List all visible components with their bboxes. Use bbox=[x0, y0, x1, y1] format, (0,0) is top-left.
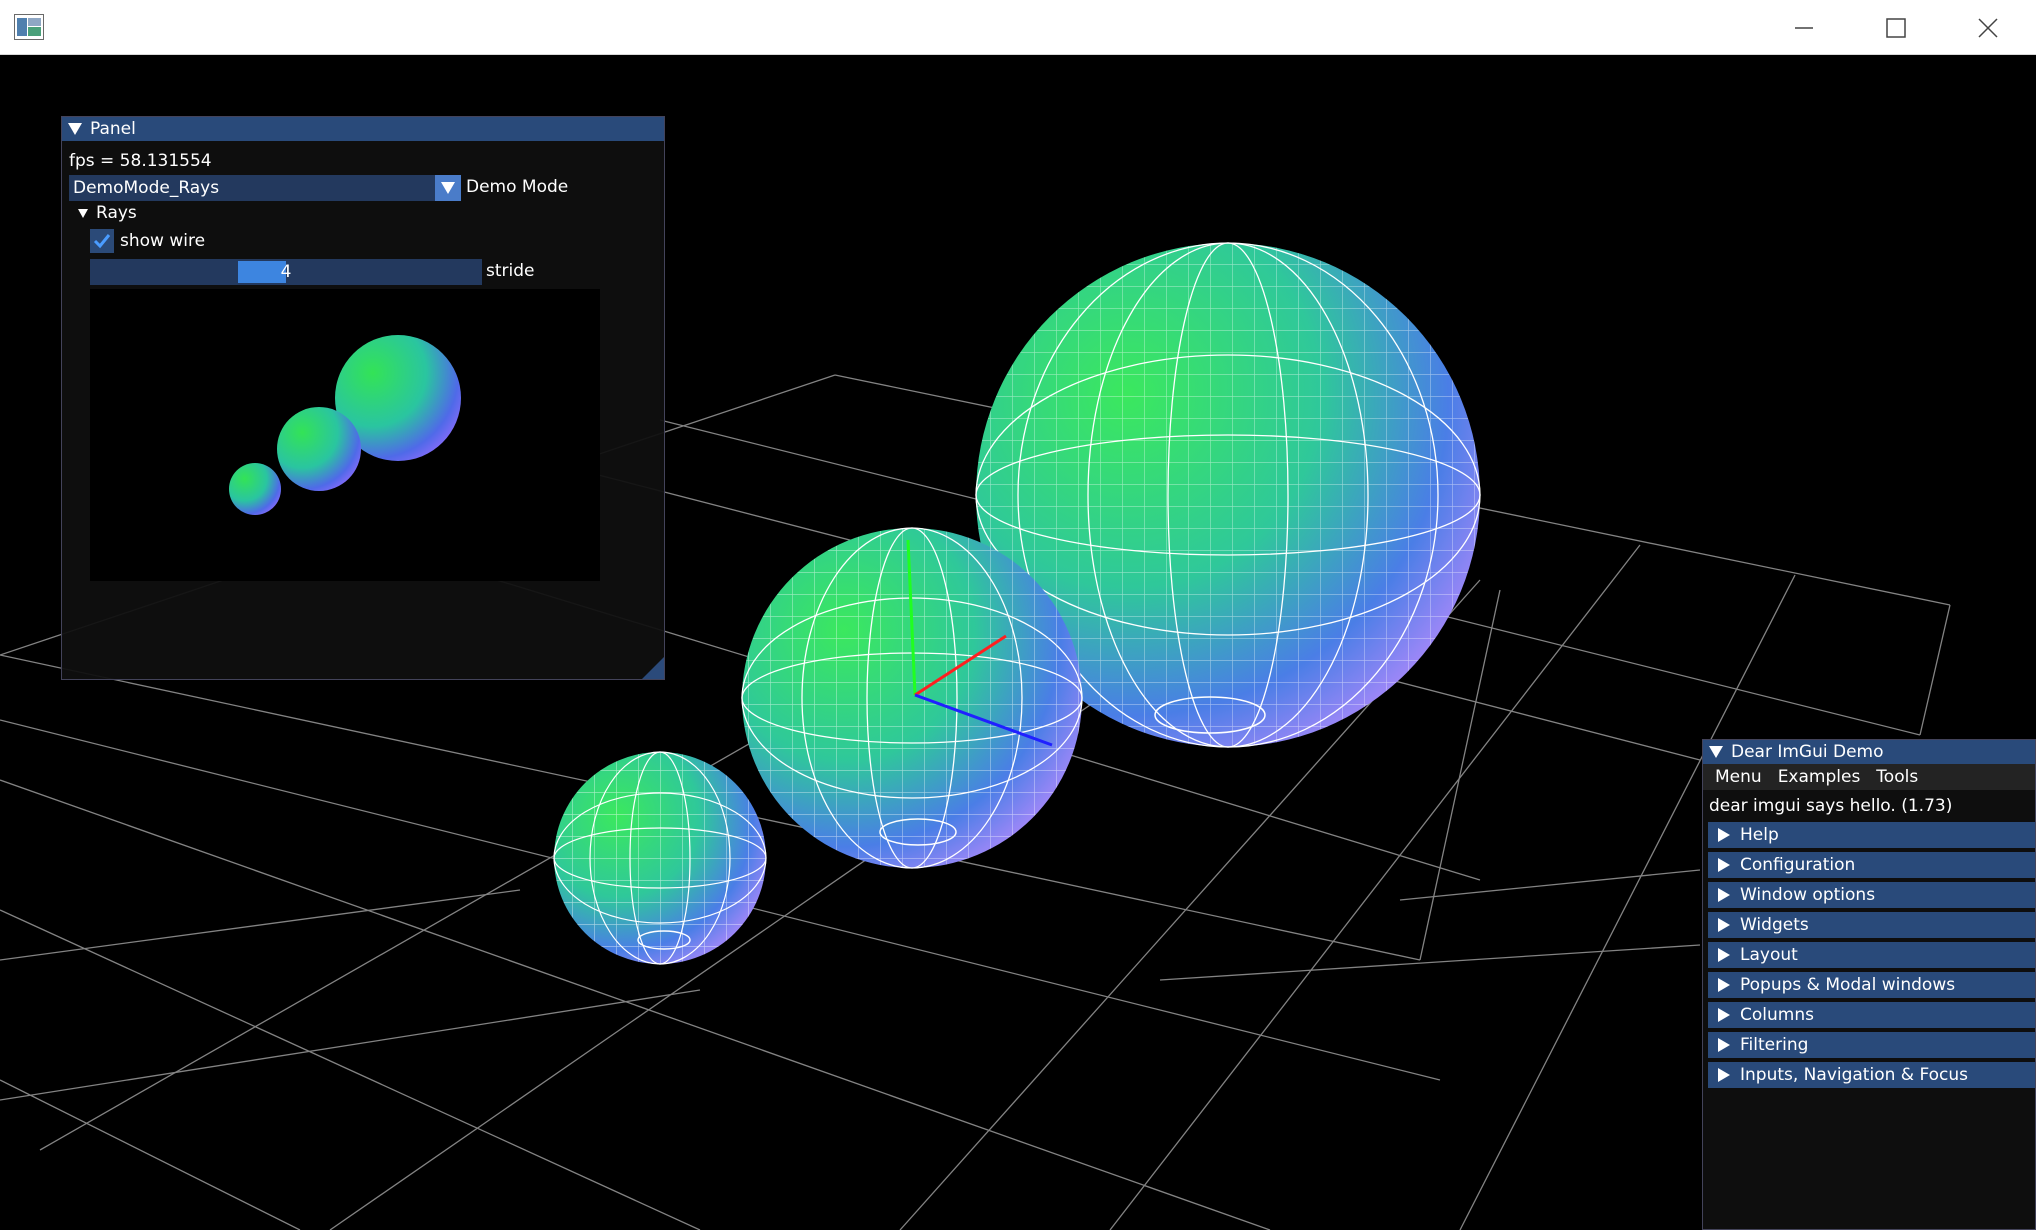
panel-title: Panel bbox=[90, 119, 136, 139]
panel-window[interactable]: Panel fps = 58.131554 DemoMode_Rays Demo… bbox=[61, 116, 665, 680]
header-help[interactable]: Help bbox=[1708, 822, 2035, 848]
resize-grip[interactable] bbox=[642, 657, 664, 679]
show-wire-checkbox[interactable] bbox=[90, 229, 114, 253]
header-label: Inputs, Navigation & Focus bbox=[1740, 1065, 1968, 1085]
header-columns[interactable]: Columns bbox=[1708, 1002, 2035, 1028]
demo-mode-combo[interactable]: DemoMode_Rays bbox=[69, 175, 461, 201]
minimize-button[interactable] bbox=[1758, 0, 1850, 55]
demo-mode-value: DemoMode_Rays bbox=[73, 178, 220, 198]
app-icon bbox=[14, 14, 44, 40]
combo-arrow-icon[interactable] bbox=[435, 175, 461, 201]
header-widgets[interactable]: Widgets bbox=[1708, 912, 2035, 938]
expand-arrow-icon bbox=[1718, 1008, 1730, 1022]
expand-arrow-icon bbox=[1718, 978, 1730, 992]
header-label: Configuration bbox=[1740, 855, 1856, 875]
checkmark-icon bbox=[93, 234, 111, 249]
ray-preview-image bbox=[90, 289, 600, 581]
stride-slider[interactable]: 4 bbox=[90, 259, 482, 285]
expand-arrow-icon bbox=[1718, 1068, 1730, 1082]
stride-value: 4 bbox=[280, 262, 292, 282]
expand-arrow-icon bbox=[1718, 918, 1730, 932]
header-label: Widgets bbox=[1740, 915, 1809, 935]
menu-item-tools[interactable]: Tools bbox=[1868, 767, 1926, 787]
expand-arrow-icon bbox=[1718, 888, 1730, 902]
header-label: Help bbox=[1740, 825, 1779, 845]
tree-arrow-icon bbox=[78, 208, 88, 218]
demo-mode-label: Demo Mode bbox=[466, 177, 569, 197]
rays-label: Rays bbox=[96, 203, 137, 223]
minimize-icon bbox=[1795, 26, 1813, 29]
fps-text: fps = 58.131554 bbox=[69, 151, 212, 171]
header-popups-modal[interactable]: Popups & Modal windows bbox=[1708, 972, 2035, 998]
header-label: Layout bbox=[1740, 945, 1798, 965]
menu-item-examples[interactable]: Examples bbox=[1770, 767, 1869, 787]
stride-label: stride bbox=[486, 261, 535, 281]
hello-text: dear imgui says hello. (1.73) bbox=[1709, 796, 1953, 816]
imgui-demo-window[interactable]: Dear ImGui Demo Menu Examples Tools dear… bbox=[1702, 739, 2036, 1230]
menu-item-menu[interactable]: Menu bbox=[1707, 767, 1770, 787]
demo-title: Dear ImGui Demo bbox=[1731, 742, 1884, 762]
panel-title-bar[interactable]: Panel bbox=[62, 117, 664, 141]
expand-arrow-icon bbox=[1718, 828, 1730, 842]
expand-arrow-icon bbox=[1718, 1038, 1730, 1052]
demo-title-bar[interactable]: Dear ImGui Demo bbox=[1703, 740, 2035, 764]
collapse-arrow-icon[interactable] bbox=[68, 123, 82, 135]
header-label: Popups & Modal windows bbox=[1740, 975, 1956, 995]
close-button[interactable] bbox=[1942, 0, 2034, 55]
collapse-arrow-icon[interactable] bbox=[1709, 746, 1723, 758]
sphere-small bbox=[553, 751, 767, 965]
maximize-icon bbox=[1886, 17, 1906, 38]
header-window-options[interactable]: Window options bbox=[1708, 882, 2035, 908]
header-filtering[interactable]: Filtering bbox=[1708, 1032, 2035, 1058]
header-layout[interactable]: Layout bbox=[1708, 942, 2035, 968]
show-wire-label: show wire bbox=[120, 231, 206, 251]
maximize-button[interactable] bbox=[1850, 0, 1942, 55]
header-inputs-navigation[interactable]: Inputs, Navigation & Focus bbox=[1708, 1062, 2035, 1088]
header-label: Filtering bbox=[1740, 1035, 1809, 1055]
header-label: Window options bbox=[1740, 885, 1876, 905]
show-wire-row: show wire bbox=[90, 229, 205, 253]
close-icon bbox=[1978, 17, 1998, 38]
expand-arrow-icon bbox=[1718, 858, 1730, 872]
rays-tree-node[interactable]: Rays bbox=[78, 203, 137, 223]
sphere-medium bbox=[741, 527, 1083, 869]
expand-arrow-icon bbox=[1718, 948, 1730, 962]
header-configuration[interactable]: Configuration bbox=[1708, 852, 2035, 878]
window-titlebar bbox=[0, 0, 2036, 55]
header-label: Columns bbox=[1740, 1005, 1814, 1025]
demo-menubar: Menu Examples Tools bbox=[1703, 764, 2035, 790]
